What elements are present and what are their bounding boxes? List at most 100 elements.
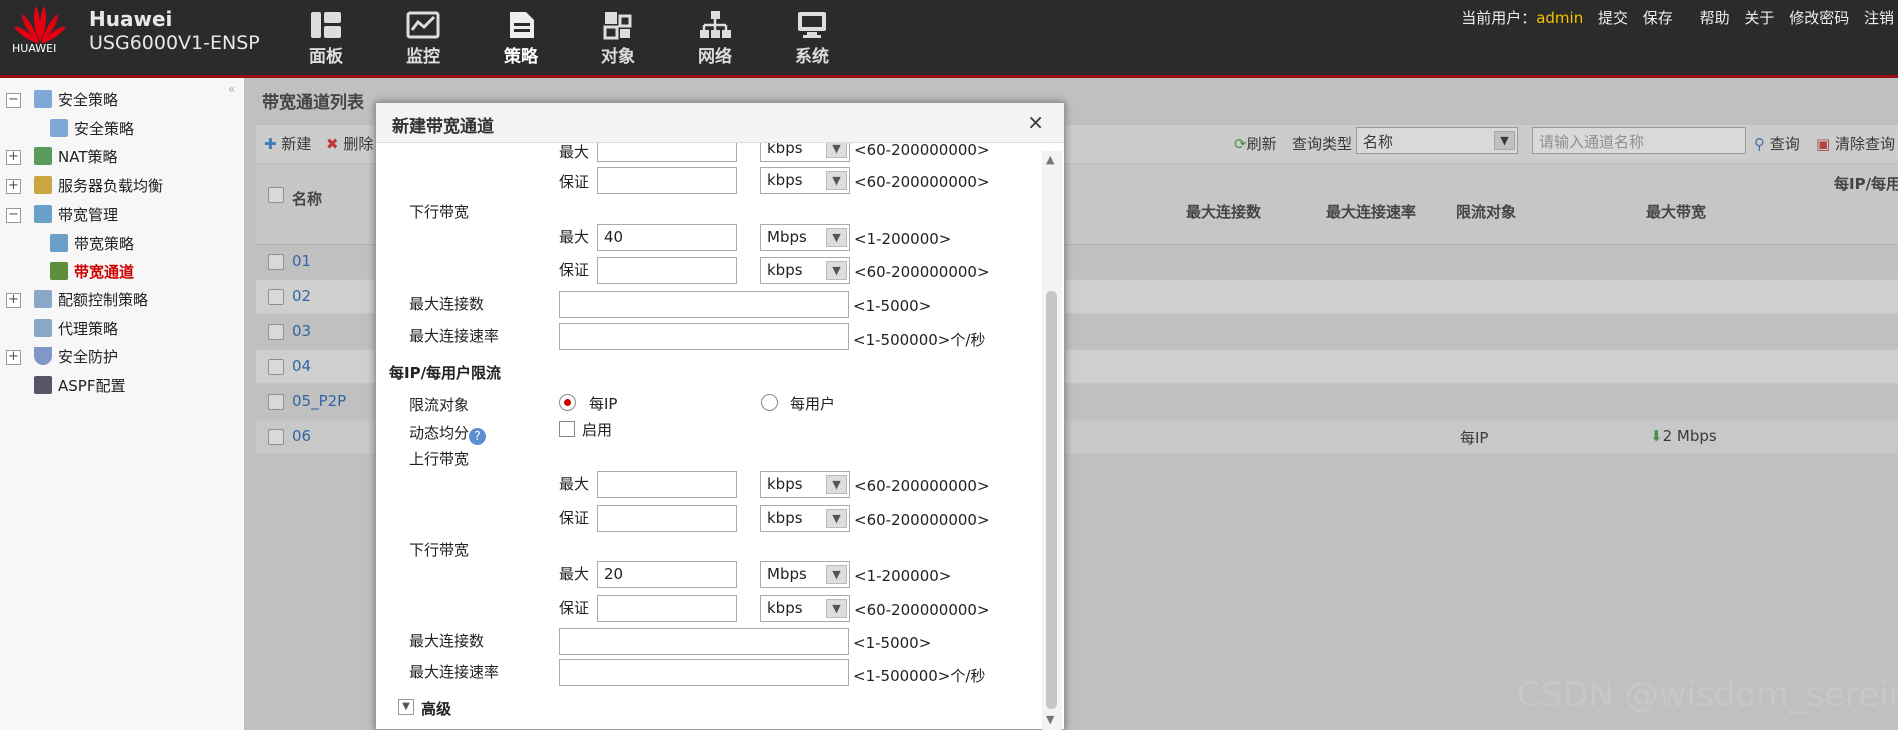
up2-guarantee-hint: <60-200000000> — [854, 511, 990, 529]
submit-link[interactable]: 提交 — [1598, 9, 1628, 27]
down2-guarantee-unit-select[interactable]: kbps ▼ — [760, 595, 850, 622]
nav-system[interactable]: 系统 — [777, 10, 847, 67]
sidebar-item-aspf[interactable]: ASPF配置 — [34, 375, 125, 397]
down2-guarantee-input[interactable] — [597, 595, 737, 622]
sidebar-item-server-lb[interactable]: 服务器负载均衡 — [34, 175, 163, 197]
sidebar-item-bandwidth-channel[interactable]: 带宽通道 — [50, 261, 134, 283]
aspf-icon — [34, 376, 52, 394]
sidebar: « − 安全策略 安全策略 + NAT策略 + 服务器负载均衡 − 带宽管理 带… — [0, 78, 244, 730]
radio-per-ip[interactable] — [559, 394, 576, 411]
down1-guarantee-input[interactable] — [597, 257, 737, 284]
dynamic-share-text: 动态均分 — [409, 424, 470, 442]
down2-max-unit-select[interactable]: Mbps ▼ — [760, 561, 850, 588]
sidebar-item-label: 安全策略 — [74, 120, 135, 138]
bandwidth-policy-icon — [50, 234, 68, 252]
up1-max-unit-select[interactable]: kbps ▼ — [760, 143, 850, 162]
expand-toggle-icon[interactable]: + — [6, 350, 21, 365]
nav-monitor[interactable]: 监控 — [388, 10, 458, 67]
up2-max-input[interactable] — [597, 471, 737, 498]
sidebar-item-nat-policy[interactable]: NAT策略 — [34, 146, 117, 168]
sidebar-item-security-policy-sub[interactable]: 安全策略 — [50, 118, 134, 140]
max-conn1-input[interactable] — [559, 291, 849, 318]
sidebar-item-security-policy[interactable]: 安全策略 — [34, 89, 118, 111]
sidebar-item-security-protection[interactable]: 安全防护 — [34, 346, 118, 368]
max-conn-rate1-input[interactable] — [559, 323, 849, 350]
advanced-section[interactable]: 高级 — [421, 698, 451, 719]
scroll-up-icon[interactable]: ▲ — [1046, 153, 1054, 166]
advanced-toggle-icon[interactable]: ▼ — [398, 699, 414, 715]
unit-value: Mbps — [767, 565, 807, 583]
sidebar-item-label: 带宽策略 — [74, 235, 135, 253]
collapse-sidebar-icon[interactable]: « — [228, 82, 235, 96]
collapse-toggle-icon[interactable]: − — [6, 93, 21, 108]
max-conn2-hint: <1-5000> — [853, 634, 932, 652]
save-link[interactable]: 保存 — [1643, 9, 1673, 27]
up1-max-input[interactable] — [597, 143, 737, 162]
up2-guarantee-unit-select[interactable]: kbps ▼ — [760, 505, 850, 532]
up2-guarantee-input[interactable] — [597, 505, 737, 532]
sidebar-item-bandwidth-mgmt[interactable]: 带宽管理 — [34, 204, 118, 226]
radio-per-user-label: 每用户 — [790, 395, 836, 413]
nav-policy[interactable]: 策略 — [486, 10, 556, 67]
radio-per-ip-label: 每IP — [589, 395, 618, 413]
logo-text: HUAWEI — [12, 42, 57, 55]
nav-network[interactable]: 网络 — [680, 10, 750, 67]
change-password-link[interactable]: 修改密码 — [1789, 9, 1849, 27]
expand-toggle-icon[interactable]: + — [6, 293, 21, 308]
nav-object[interactable]: 对象 — [583, 10, 653, 67]
policy-icon — [510, 12, 534, 38]
chevron-down-icon: ▼ — [826, 599, 847, 618]
chevron-down-icon: ▼ — [826, 475, 847, 494]
down1-max-unit-select[interactable]: Mbps ▼ — [760, 224, 850, 251]
scroll-thumb[interactable] — [1046, 291, 1057, 709]
current-user: admin — [1536, 9, 1584, 27]
down2-max-input[interactable]: 20 — [597, 561, 737, 588]
chevron-down-icon: ▼ — [826, 228, 847, 247]
up1-guarantee-input[interactable] — [597, 167, 737, 194]
up2-label: 上行带宽 — [409, 450, 470, 468]
new-bandwidth-channel-dialog: 新建带宽通道 × 最大 kbps ▼ <60-200000000> 保证 kbps… — [375, 102, 1065, 730]
expand-toggle-icon[interactable]: + — [6, 179, 21, 194]
logout-link[interactable]: 注销 — [1864, 9, 1894, 27]
down2-max-label: 最大 — [559, 565, 590, 583]
close-icon[interactable]: × — [1027, 110, 1044, 134]
up2-max-unit-select[interactable]: kbps ▼ — [760, 471, 850, 498]
max-conn1-hint: <1-5000> — [853, 297, 932, 315]
unit-value: kbps — [767, 261, 803, 279]
down1-guarantee-hint: <60-200000000> — [854, 263, 990, 281]
scroll-down-icon[interactable]: ▼ — [1046, 713, 1054, 726]
dialog-title-text: 新建带宽通道 — [392, 117, 494, 137]
sidebar-item-bandwidth-policy[interactable]: 带宽策略 — [50, 233, 134, 255]
shield-icon — [34, 347, 52, 365]
expand-toggle-icon[interactable]: + — [6, 150, 21, 165]
sidebar-item-quota-policy[interactable]: 配额控制策略 — [34, 289, 148, 311]
unit-value: kbps — [767, 171, 803, 189]
help-link[interactable]: 帮助 — [1700, 9, 1730, 27]
down1-max-input[interactable]: 40 — [597, 224, 737, 251]
up1-guarantee-unit-select[interactable]: kbps ▼ — [760, 167, 850, 194]
unit-value: kbps — [767, 475, 803, 493]
nav-network-label: 网络 — [698, 47, 732, 67]
about-link[interactable]: 关于 — [1744, 9, 1774, 27]
current-user-label: 当前用户： — [1461, 9, 1537, 27]
dynamic-share-checkbox[interactable] — [559, 421, 575, 437]
dialog-scrollbar[interactable]: ▲ ▼ — [1042, 151, 1062, 730]
sidebar-item-proxy-policy[interactable]: 代理策略 — [34, 318, 118, 340]
down1-guarantee-unit-select[interactable]: kbps ▼ — [760, 257, 850, 284]
dashboard-icon — [311, 12, 341, 38]
unit-value: Mbps — [767, 228, 807, 246]
network-icon — [700, 11, 731, 38]
radio-per-user[interactable] — [761, 394, 778, 411]
policy-doc-icon — [50, 119, 68, 137]
bandwidth-icon — [34, 205, 52, 223]
up2-max-label: 最大 — [559, 475, 590, 493]
nav-dashboard[interactable]: 面板 — [291, 10, 361, 67]
quota-icon — [34, 290, 52, 308]
max-conn-rate2-input[interactable] — [559, 659, 849, 686]
collapse-toggle-icon[interactable]: − — [6, 208, 21, 223]
security-policy-icon — [34, 90, 52, 108]
up2-max-hint: <60-200000000> — [854, 477, 990, 495]
help-icon[interactable]: ? — [469, 428, 487, 445]
sidebar-item-label: 服务器负载均衡 — [58, 177, 164, 195]
max-conn2-input[interactable] — [559, 628, 849, 655]
